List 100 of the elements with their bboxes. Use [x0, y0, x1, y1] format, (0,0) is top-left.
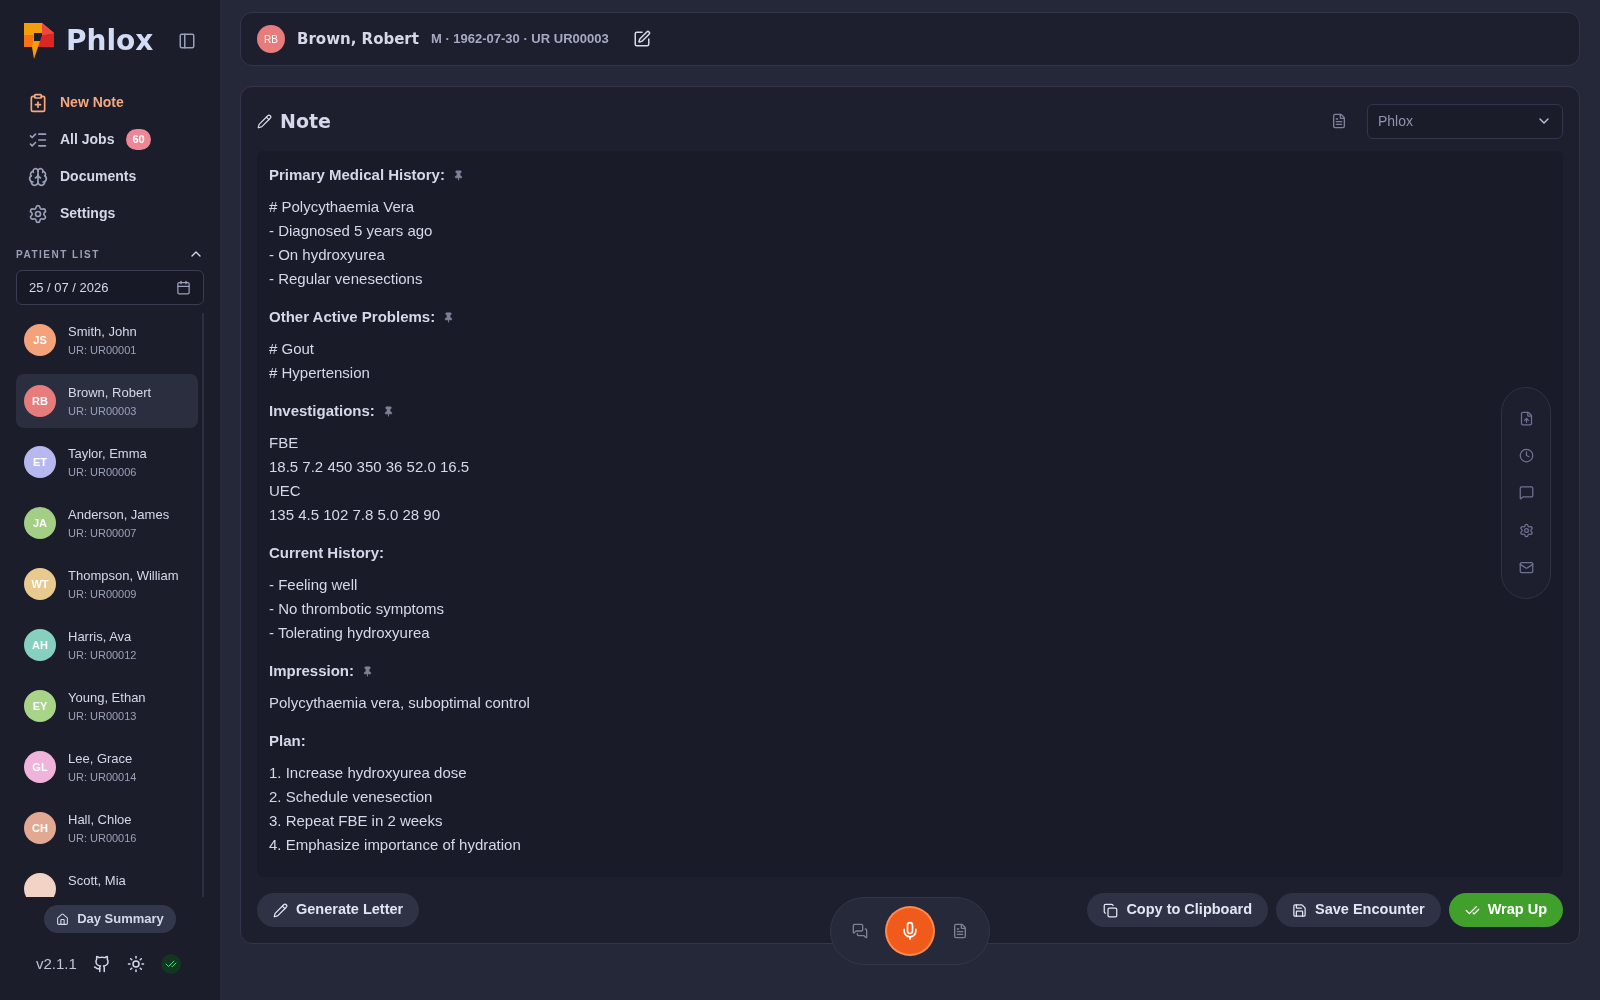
section-title: PATIENT LIST — [16, 247, 100, 262]
note-line: - Tolerating hydroxyurea — [269, 623, 430, 643]
section-heading: Plan: — [269, 730, 306, 751]
note-line: - Feeling well — [269, 575, 358, 595]
patient-ur: UR: UR00013 — [68, 709, 138, 724]
mail-icon[interactable] — [1518, 559, 1534, 575]
note-line: - Diagnosed 5 years ago — [269, 221, 433, 241]
nav-item[interactable]: All Jobs 60 — [20, 123, 200, 156]
avatar: WT — [24, 568, 56, 600]
note-line: - Regular venesections — [269, 269, 423, 289]
patient-ur: UR: UR00001 — [68, 343, 137, 358]
note-line: # Gout — [269, 339, 315, 359]
note-title: Note — [280, 108, 331, 134]
edit-icon[interactable] — [632, 30, 651, 48]
nav-item[interactable]: Settings — [20, 197, 200, 230]
patient-name: Young, Ethan — [68, 689, 146, 707]
patient-item[interactable]: ET Taylor, Emma UR: UR00006 — [16, 435, 198, 489]
avatar: JA — [24, 507, 56, 539]
note-line: 18.5 7.2 450 350 36 52.0 16.5 — [269, 457, 470, 477]
date-field[interactable]: 25 / 07 / 2026 — [16, 270, 204, 305]
nav-item[interactable]: New Note — [20, 86, 200, 119]
patient-name: Smith, John — [68, 323, 137, 341]
note-line: Polycythaemia vera, suboptimal control — [269, 693, 530, 713]
patient-details: M · 1962-07-30 · UR UR00003 — [430, 30, 609, 49]
patient-item[interactable]: JA Anderson, James UR: UR00007 — [16, 496, 198, 550]
patient-item[interactable]: WT Thompson, William UR: UR00009 — [16, 557, 198, 611]
avatar: GL — [24, 751, 56, 783]
patient-ur: UR: UR00016 — [68, 831, 137, 846]
note-line: # Hypertension — [269, 363, 370, 383]
avatar: RB — [257, 25, 285, 53]
sun-icon[interactable] — [126, 955, 145, 974]
template-select[interactable]: Phlox — [1367, 103, 1563, 139]
section-heading: Investigations: — [269, 400, 375, 421]
document-icon — [1331, 113, 1347, 129]
patient-name: Scott, Mia — [68, 872, 126, 890]
note-line: 4. Emphasize importance of hydration — [269, 835, 521, 855]
version-label: v2.1.1 — [36, 954, 77, 974]
pin-icon[interactable] — [443, 311, 455, 323]
status-check-icon — [160, 954, 181, 975]
note-line: - No thrombotic symptoms — [269, 599, 445, 619]
action-button[interactable]: Save Encounter — [1276, 893, 1441, 927]
action-button[interactable]: Generate Letter — [257, 893, 420, 927]
avatar: EY — [24, 690, 56, 722]
chat-icon[interactable] — [852, 923, 869, 939]
patient-item[interactable]: Scott, Mia — [16, 862, 198, 897]
microphone-icon — [900, 921, 920, 941]
logo-icon — [24, 23, 54, 59]
patient-ur: UR: UR00014 — [68, 770, 137, 785]
file-upload-icon[interactable] — [1518, 411, 1534, 427]
save-icon — [1292, 902, 1308, 918]
note-line: - On hydroxyurea — [269, 245, 385, 265]
avatar: RB — [24, 385, 56, 417]
github-icon[interactable] — [92, 955, 111, 974]
note-line: FBE — [269, 433, 299, 453]
pencil-icon — [273, 902, 288, 918]
patient-item[interactable]: RB Brown, Robert UR: UR00003 — [16, 374, 198, 428]
copy-icon — [1103, 902, 1119, 918]
patient-item[interactable]: AH Harris, Ava UR: UR00012 — [16, 618, 198, 672]
patient-ur: UR: UR00012 — [68, 648, 137, 663]
note-line: 3. Repeat FBE in 2 weeks — [269, 811, 443, 831]
document-icon[interactable] — [951, 923, 968, 939]
pin-icon[interactable] — [452, 169, 464, 181]
note-line: UEC — [269, 481, 301, 501]
section-heading: Other Active Problems: — [269, 306, 436, 327]
settings-icon — [28, 203, 48, 224]
calendar-icon — [176, 280, 191, 295]
patient-name: Taylor, Emma — [68, 445, 147, 463]
patient-item[interactable]: EY Young, Ethan UR: UR00013 — [16, 679, 198, 733]
count-badge: 60 — [126, 129, 151, 150]
pencil-icon — [257, 113, 272, 129]
patient-name: Brown, Robert — [297, 28, 419, 50]
patient-name: Anderson, James — [68, 506, 170, 524]
section-heading: Impression: — [269, 660, 355, 681]
patient-name: Lee, Grace — [68, 750, 134, 768]
sidebar-toggle-icon[interactable] — [178, 32, 196, 50]
comment-icon[interactable] — [1518, 485, 1534, 501]
note-line: 2. Schedule venesection — [269, 787, 433, 807]
pin-icon[interactable] — [362, 665, 374, 677]
patient-item[interactable]: CH Hall, Chloe UR: UR00016 — [16, 801, 198, 855]
pin-icon[interactable] — [382, 405, 394, 417]
clock-icon[interactable] — [1518, 448, 1534, 464]
patient-ur: UR: UR00003 — [68, 404, 138, 419]
patient-name: Harris, Ava — [68, 628, 133, 646]
avatar: JS — [24, 324, 56, 356]
app-name: Phlox — [66, 23, 154, 59]
microphone-button[interactable] — [887, 908, 933, 954]
action-button[interactable]: Copy to Clipboard — [1087, 893, 1269, 927]
patient-item[interactable]: JS Smith, John UR: UR00001 — [16, 313, 198, 367]
section-heading: Current History: — [269, 542, 384, 563]
day-summary-button[interactable]: Day Summary — [44, 905, 176, 933]
patient-ur: UR: UR00006 — [68, 465, 138, 480]
settings-icon[interactable] — [1518, 522, 1534, 538]
patient-item[interactable]: GL Lee, Grace UR: UR00014 — [16, 740, 198, 794]
home-icon — [56, 912, 70, 926]
brain-icon — [28, 166, 48, 187]
patient-name: Thompson, William — [68, 567, 179, 585]
patient-name: Brown, Robert — [68, 384, 152, 402]
nav-item[interactable]: Documents — [20, 160, 200, 193]
section-heading: Primary Medical History: — [269, 164, 445, 185]
patient-ur: UR: UR00007 — [68, 526, 138, 541]
